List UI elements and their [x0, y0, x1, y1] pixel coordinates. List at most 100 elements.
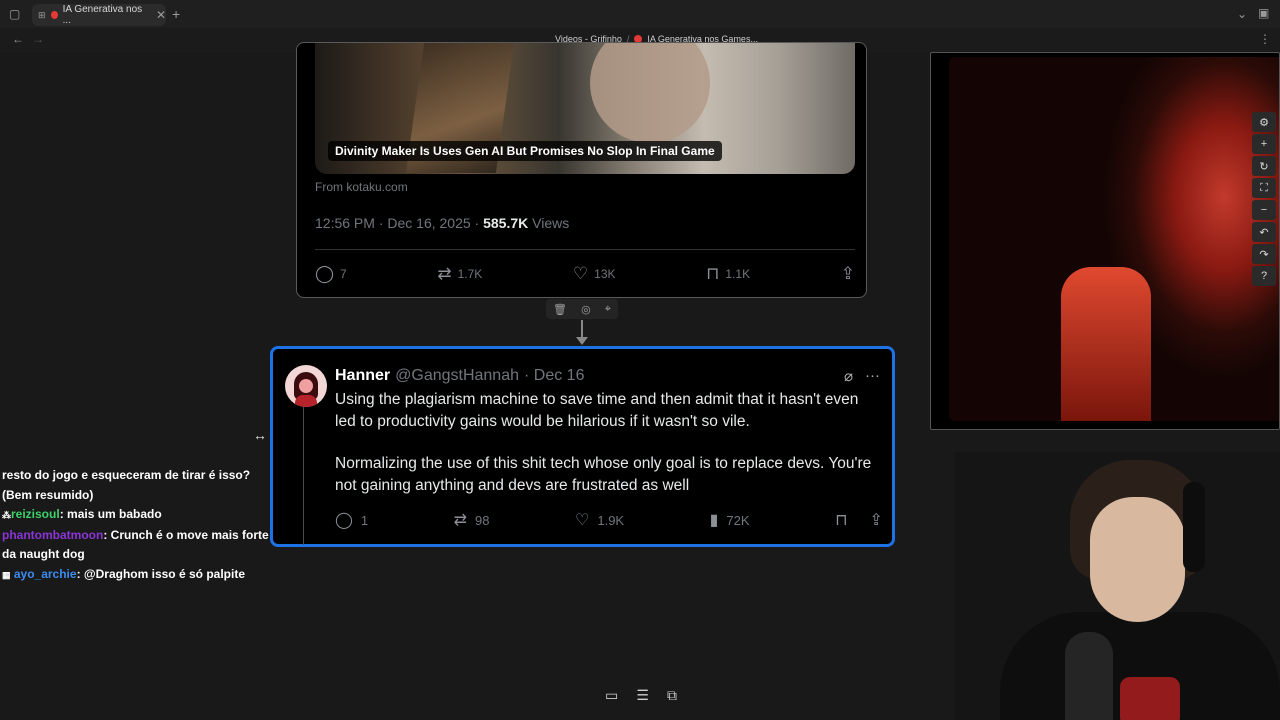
fit-screen-icon[interactable]: ⛶	[1252, 178, 1276, 198]
canvas-side-toolbar: ⚙ + ↻ ⛶ − ↶ ↷ ?	[1252, 112, 1276, 312]
image-file-icon[interactable]: ⧉	[667, 687, 677, 704]
tweet-card-reply[interactable]: Hanner @GangstHannah · Dec 16 ⌀ ··· Usin…	[270, 346, 895, 547]
grid-icon: ⊞	[38, 9, 46, 20]
undo-icon[interactable]: ↶	[1252, 222, 1276, 242]
post-timestamp: 12:56 PM · Dec 16, 2025 · 585.7K Views	[315, 215, 569, 231]
resize-cursor-icon: ↔	[253, 427, 267, 443]
link-source[interactable]: From kotaku.com	[315, 180, 408, 194]
trash-icon[interactable]: 🗑	[553, 303, 567, 316]
tweet-header: Hanner @GangstHannah · Dec 16	[335, 367, 584, 385]
chat-username: phantombatmoon	[2, 527, 104, 542]
whiteboard-canvas[interactable]: Divinity Maker Is Uses Gen AI But Promis…	[0, 42, 1280, 720]
webcam-face	[1090, 497, 1185, 622]
thumbs-up-hand	[1061, 267, 1151, 421]
chat-message: resto do jogo e esqueceram de tirar é is…	[2, 466, 272, 505]
close-tab-icon[interactable]: ✕	[156, 9, 166, 21]
refresh-icon[interactable]: ↻	[1252, 156, 1276, 176]
divider	[315, 249, 855, 250]
post-date: · Dec 16	[524, 367, 585, 384]
bar-chart-icon: ▮	[709, 512, 719, 529]
browser-tab[interactable]: ⊞ IA Generativa nos ... ✕	[32, 4, 166, 26]
like-button[interactable]: ♡ 13K	[573, 264, 616, 284]
tweet-paragraph-1: Using the plagiarism machine to save tim…	[335, 391, 859, 430]
connector-arrowhead	[576, 337, 588, 345]
share-button[interactable]: ⇪	[841, 264, 855, 284]
help-icon[interactable]: ?	[1252, 266, 1276, 286]
avatar-face	[299, 379, 313, 393]
like-count: 1.9K	[597, 512, 625, 528]
reply-button[interactable]: ◯ 7	[315, 264, 347, 284]
like-button[interactable]: ♡ 1.9K	[575, 510, 624, 530]
zoom-in-icon[interactable]: +	[1252, 134, 1276, 154]
image-caption: Divinity Maker Is Uses Gen AI But Promis…	[328, 141, 722, 161]
window-layout-icon[interactable]: ▣	[1258, 7, 1269, 19]
repost-button[interactable]: ⇄ 98	[454, 510, 490, 530]
tweet-card-quoted[interactable]: Divinity Maker Is Uses Gen AI But Promis…	[296, 42, 867, 298]
repost-count: 98	[475, 512, 490, 528]
headset-icon	[1183, 482, 1205, 572]
reply-button[interactable]: ◯ 1	[335, 510, 368, 530]
chat-message: phantombatmoon: Crunch é o move mais for…	[2, 527, 269, 562]
bookmark-icon: ⊓	[706, 264, 720, 283]
focus-icon[interactable]: ⌖	[605, 303, 611, 316]
tweet-actions: ◯ 7 ⇄ 1.7K ♡ 13K ⊓ 1.1K ⇪	[315, 263, 855, 285]
repost-button[interactable]: ⇄ 1.7K	[437, 264, 482, 284]
chat-username: reizisoul	[11, 507, 60, 521]
repost-icon: ⇄	[437, 264, 452, 283]
post-time: 12:56 PM · Dec 16, 2025 ·	[315, 215, 484, 231]
repost-count: 1.7K	[457, 267, 483, 281]
chat-overlay: resto do jogo e esqueceram de tirar é is…	[2, 466, 272, 585]
video-embed[interactable]	[930, 52, 1280, 430]
reply-count: 7	[340, 267, 347, 281]
palette-icon[interactable]: ◎	[581, 303, 591, 316]
new-tab-icon[interactable]: +	[172, 7, 180, 21]
avatar[interactable]	[285, 365, 327, 407]
bookmark-count: 1.1K	[725, 267, 751, 281]
shirt-graphic	[1120, 677, 1180, 720]
heart-icon: ♡	[572, 264, 589, 283]
redo-icon[interactable]: ↷	[1252, 244, 1276, 264]
node-toolbar: 🗑 ◎ ⌖	[546, 299, 618, 319]
bookmark-icon[interactable]: ⊓	[835, 510, 847, 530]
forward-arrow-icon[interactable]: →	[32, 33, 44, 45]
chat-message: ⁂reizisoul: mais um babado	[2, 507, 162, 521]
like-count: 13K	[594, 267, 616, 281]
news-image: Divinity Maker Is Uses Gen AI But Promis…	[315, 43, 855, 174]
document-icon[interactable]: ☰	[636, 687, 649, 704]
thread-line	[303, 407, 304, 545]
microphone-icon	[1065, 632, 1113, 720]
tweet-actions: ◯ 1 ⇄ 98 ♡ 1.9K ▮ 72K ⊓ ⇪	[335, 509, 883, 531]
blank-page-icon[interactable]: ▭	[605, 687, 618, 704]
share-icon[interactable]: ⇪	[870, 510, 883, 530]
heart-icon: ♡	[575, 512, 590, 529]
repost-icon: ⇄	[453, 512, 468, 529]
reply-icon: ◯	[335, 512, 353, 529]
more-icon[interactable]: ···	[865, 367, 880, 385]
bookmark-button[interactable]: ⊓ 1.1K	[706, 264, 750, 284]
share-icon: ⇪	[840, 264, 855, 283]
tweet-header-icons: ⌀ ···	[844, 367, 880, 385]
avatar-body	[295, 395, 317, 407]
views-label: Views	[528, 215, 570, 231]
views-button[interactable]: ▮ 72K	[710, 510, 750, 530]
chat-message: ▦ ayo_archie: @Draghom isso é só palpite	[2, 566, 245, 581]
grok-icon[interactable]: ⌀	[844, 367, 853, 385]
views-count: 72K	[726, 512, 750, 528]
tweet-text: Using the plagiarism machine to save tim…	[335, 389, 875, 496]
user-handle[interactable]: @GangstHannah	[395, 367, 519, 385]
back-arrow-icon[interactable]: ←	[12, 33, 24, 45]
sidebar-toggle-icon[interactable]: ▢	[9, 8, 20, 20]
reply-count: 1	[360, 512, 369, 528]
chat-badge-icon: ▦	[2, 569, 11, 580]
chat-text: mais um babado	[67, 507, 162, 521]
zoom-out-icon[interactable]: −	[1252, 200, 1276, 220]
views-count: 585.7K	[483, 215, 529, 231]
display-name[interactable]: Hanner	[335, 367, 390, 385]
tab-title: IA Generativa nos ...	[62, 4, 143, 26]
bottom-toolbar: ▭ ☰ ⧉	[596, 684, 686, 706]
more-options-icon[interactable]: ⋮	[1259, 33, 1271, 45]
chevron-down-icon[interactable]: ⌄	[1237, 8, 1247, 20]
settings-icon[interactable]: ⚙	[1252, 112, 1276, 132]
video-frame	[949, 57, 1279, 421]
person-face	[590, 43, 710, 143]
